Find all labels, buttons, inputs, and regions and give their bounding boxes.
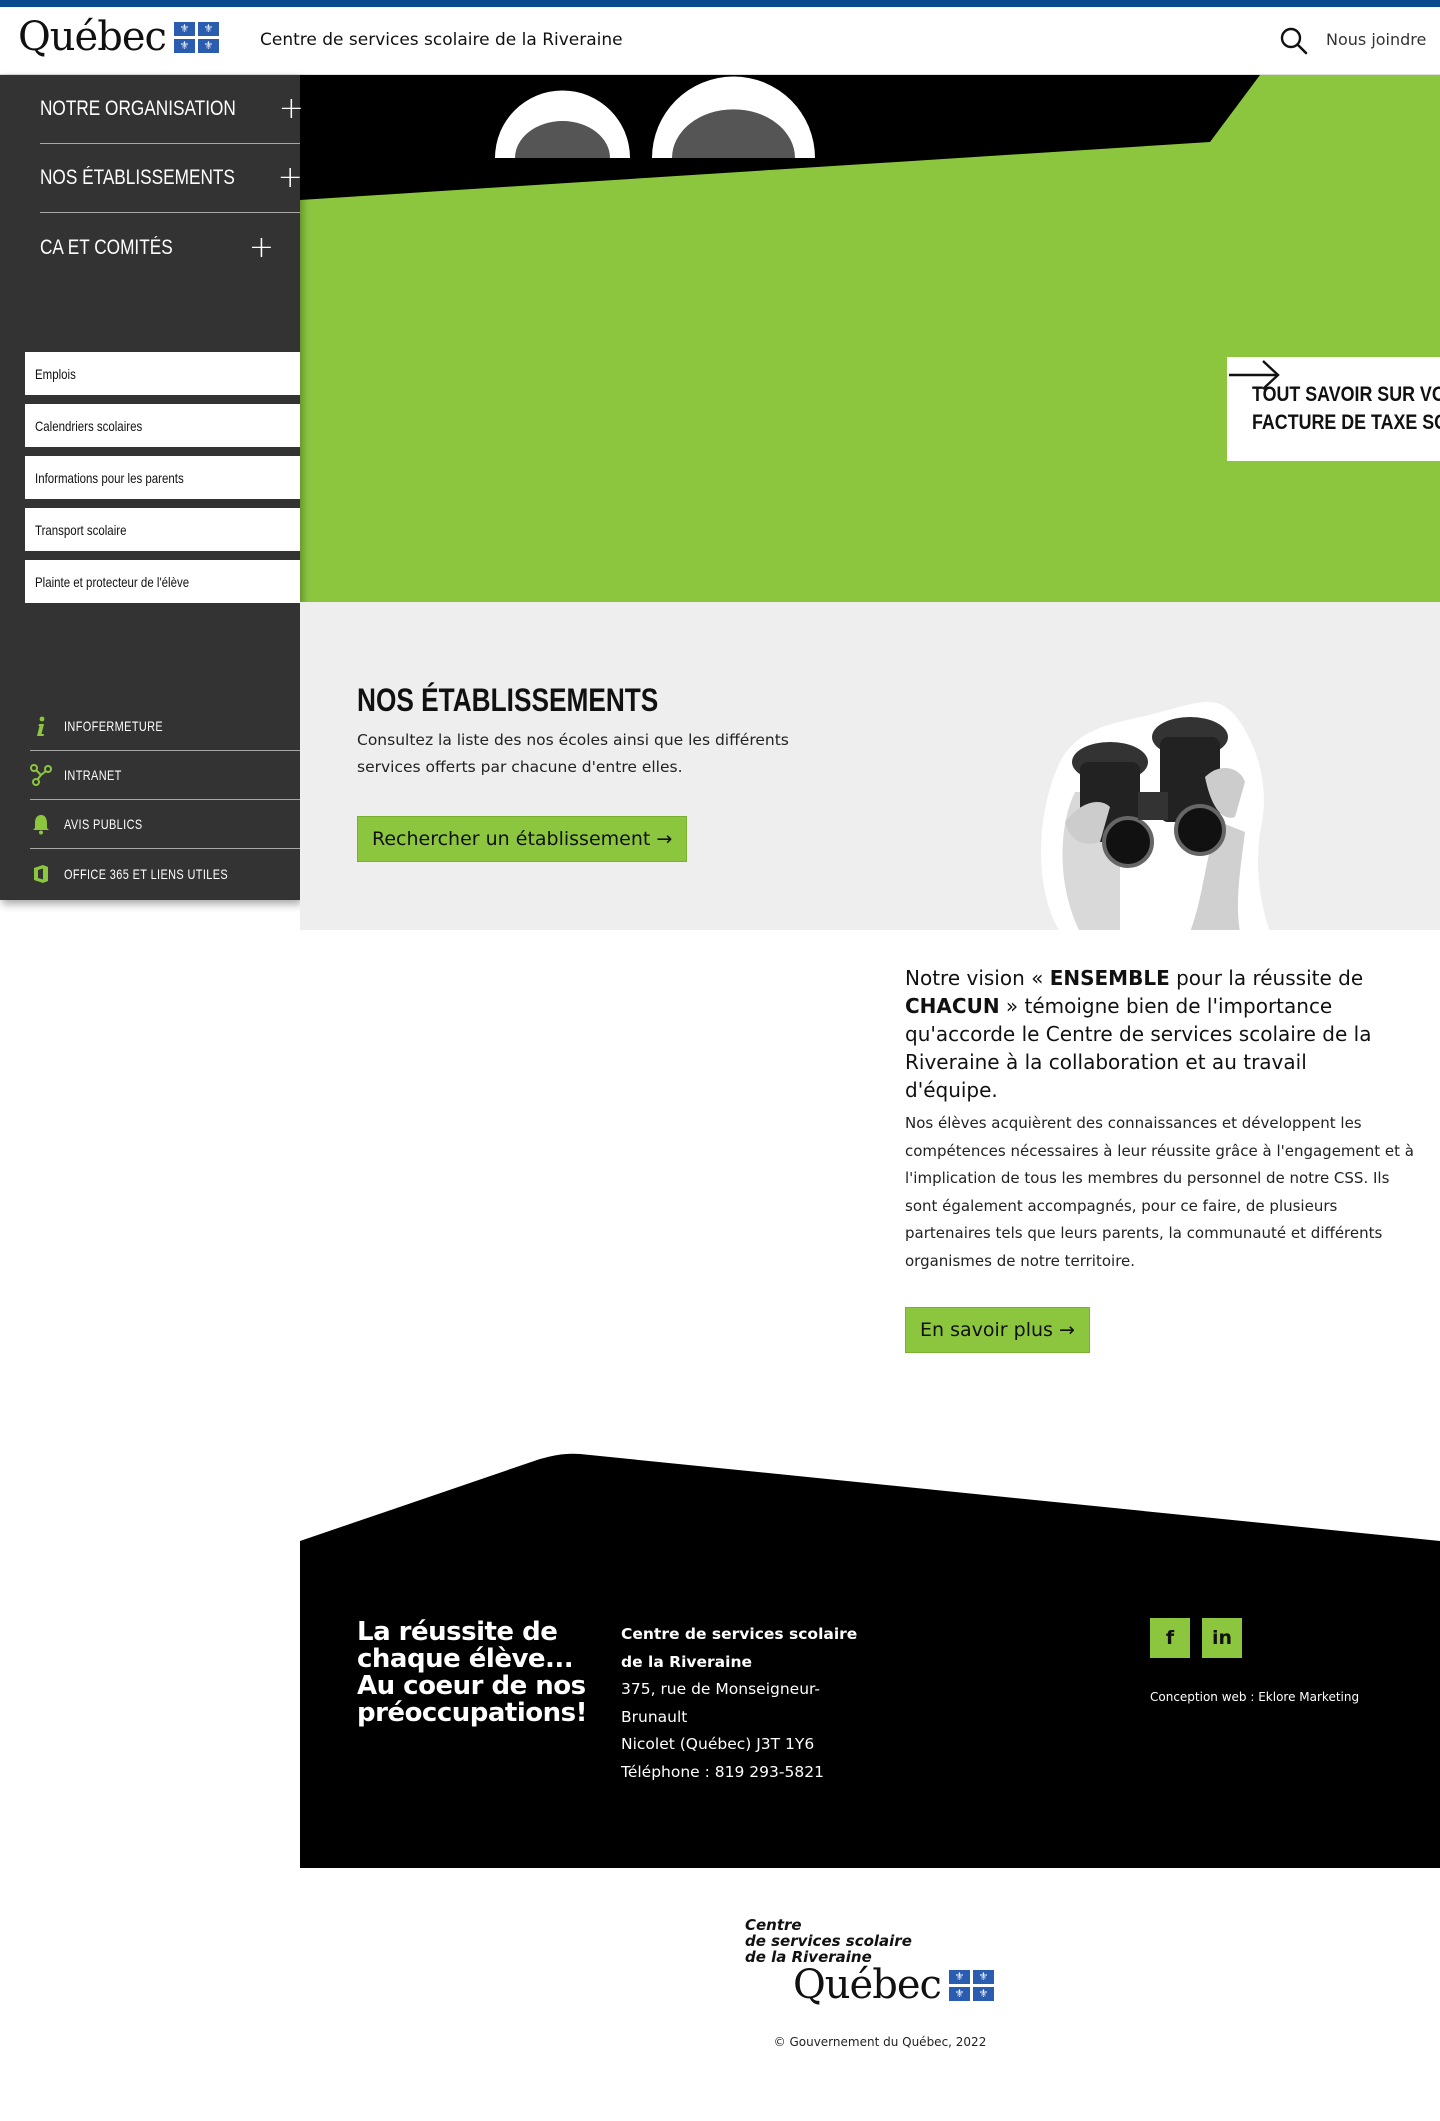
quick-link-parents[interactable]: Informations pour les parents — [25, 456, 300, 499]
site-title[interactable]: Centre de services scolaire de la Rivera… — [260, 30, 623, 50]
nav-item-label: NOS ÉTABLISSEMENTS — [40, 166, 235, 189]
site-footer: La réussite de chaque élève... Au coeur … — [300, 1453, 1440, 1868]
contact-link[interactable]: Nous joindre — [1326, 30, 1426, 49]
plus-icon[interactable]: + — [249, 232, 274, 263]
utility-link-infofermeture[interactable]: INFOFERMETURE — [30, 702, 300, 751]
footer-address-line1: 375, rue de Monseigneur-Brunault — [621, 1680, 820, 1726]
hero-graphic — [300, 75, 1260, 200]
nav-item-label: CA ET COMITÉS — [40, 235, 173, 259]
tax-bill-card[interactable]: TOUT SAVOIR SUR VOTRE FACTURE DE TAXE SC… — [1227, 357, 1440, 461]
quick-link-calendriers[interactable]: Calendriers scolaires — [25, 404, 300, 447]
binoculars-illustration — [1041, 702, 1270, 930]
utility-link-avis-publics[interactable]: AVIS PUBLICS — [30, 800, 300, 849]
linkedin-icon[interactable]: in — [1202, 1618, 1242, 1658]
utility-link-label: INTRANET — [64, 767, 122, 783]
site-header: Québec ⚜ ⚜ ⚜ ⚜ Centre de services scolaire … — [0, 7, 1440, 75]
vision-lead-text: Notre vision « — [905, 966, 1050, 990]
quick-links: Emplois Calendriers scolaires Informatio… — [25, 352, 300, 612]
quick-link-label: Emplois — [35, 365, 76, 382]
quick-link-emplois[interactable]: Emplois — [25, 352, 300, 395]
etablissements-section: NOS ÉTABLISSEMENTS Consultez la liste de… — [300, 602, 1440, 930]
footer-credit[interactable]: Conception web : Eklore Marketing — [1150, 1690, 1359, 1704]
fleurdelise-flag-icon: ⚜ ⚜ ⚜ ⚜ — [948, 1969, 994, 2001]
quick-link-label: Informations pour les parents — [35, 469, 184, 486]
logo-line-2: de services scolaire — [745, 1932, 912, 1950]
utility-link-label: INFOFERMETURE — [64, 718, 164, 734]
utility-link-label: AVIS PUBLICS — [64, 816, 143, 832]
office-icon — [30, 863, 52, 885]
nav-item-organisation[interactable]: NOTRE ORGANISATION + — [40, 75, 304, 144]
network-icon — [30, 764, 52, 786]
bell-icon — [30, 813, 52, 835]
hero-banner: TOUT SAVOIR SUR VOTRE FACTURE DE TAXE SC… — [300, 75, 1440, 602]
plus-icon[interactable]: + — [278, 163, 303, 193]
footer-tagline: La réussite de chaque élève... Au coeur … — [357, 1617, 587, 1728]
logo-line-1: Centre — [745, 1916, 802, 1934]
sidebar: NOTRE ORGANISATION + NOS ÉTABLISSEMENTS … — [0, 75, 304, 900]
copyright: © Gouvernement du Québec, 2022 — [773, 2035, 987, 2049]
fleurdelise-flag-icon: ⚜ ⚜ ⚜ ⚜ — [173, 21, 219, 53]
vision-keyword-chacun: CHACUN — [905, 994, 1000, 1018]
footer-address-line2: Nicolet (Québec) J3T 1Y6 — [621, 1735, 815, 1753]
logo-quebec-row: Québec ⚜ ⚜ ⚜ ⚜ — [793, 1965, 994, 2005]
vision-lead: Notre vision « ENSEMBLE pour la réussite… — [905, 964, 1395, 1104]
info-icon — [30, 715, 52, 737]
facebook-icon[interactable]: f — [1150, 1618, 1190, 1658]
quebec-logo-text: Québec — [18, 14, 167, 60]
utility-link-office365[interactable]: OFFICE 365 ET LIENS UTILES — [30, 849, 300, 898]
quebec-logo[interactable]: Québec ⚜ ⚜ ⚜ ⚜ — [18, 17, 219, 57]
etablissements-title: NOS ÉTABLISSEMENTS — [357, 682, 659, 718]
top-color-strip — [0, 0, 1440, 7]
search-school-button[interactable]: Rechercher un établissement → — [357, 816, 688, 862]
nav-item-label: NOTRE ORGANISATION — [40, 97, 236, 120]
vision-lead-text: pour la réussite de — [1169, 966, 1364, 990]
logo-quebec-text: Québec — [793, 1962, 942, 2008]
css-riveraine-logo[interactable]: Centre de services scolaire de la Rivera… — [745, 1917, 1005, 2017]
quick-link-transport[interactable]: Transport scolaire — [25, 508, 300, 551]
utility-links: INFOFERMETURE INTRANET AVIS PUBLICS OFFI… — [30, 702, 300, 898]
footer-phone[interactable]: Téléphone : 819 293-5821 — [621, 1759, 861, 1787]
search-icon[interactable] — [1278, 25, 1310, 57]
footer-address: Centre de services scolaire de la Rivera… — [621, 1621, 861, 1786]
arrow-right-icon — [1229, 360, 1280, 390]
quick-link-label: Calendriers scolaires — [35, 417, 143, 434]
utility-link-label: OFFICE 365 ET LIENS UTILES — [64, 865, 229, 882]
quick-link-label: Transport scolaire — [35, 521, 127, 538]
quick-link-label: Plainte et protecteur de l'élève — [35, 573, 190, 590]
vision-keyword-ensemble: ENSEMBLE — [1049, 966, 1170, 990]
nav-item-etablissements[interactable]: NOS ÉTABLISSEMENTS + — [40, 144, 303, 213]
etablissements-description: Consultez la liste des nos écoles ainsi … — [357, 731, 789, 776]
quick-link-plainte[interactable]: Plainte et protecteur de l'élève — [25, 560, 300, 603]
footer-org-name: Centre de services scolaire de la Rivera… — [621, 1625, 858, 1671]
utility-link-intranet[interactable]: INTRANET — [30, 751, 300, 800]
main-nav: NOTRE ORGANISATION + NOS ÉTABLISSEMENTS … — [40, 75, 304, 282]
learn-more-button[interactable]: En savoir plus → — [905, 1307, 1090, 1353]
vision-body: Nos élèves acquièrent des connaissances … — [905, 1114, 1414, 1270]
nav-item-comites[interactable]: CA ET COMITÉS + — [40, 213, 300, 282]
plus-icon[interactable]: + — [279, 94, 304, 124]
